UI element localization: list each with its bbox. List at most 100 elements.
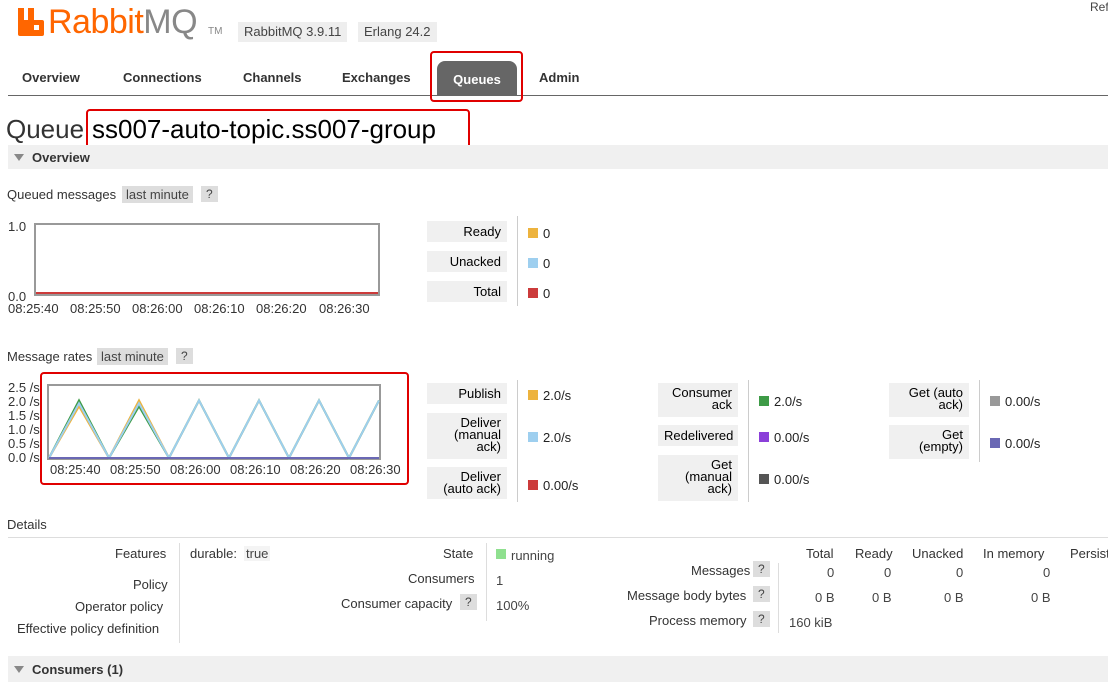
- collapse-triangle-icon: [14, 154, 24, 161]
- process-memory-value: 160 kiB: [789, 615, 833, 630]
- deliver-auto-label-2: (auto ack): [443, 481, 501, 496]
- mr-y-tick: 2.5 /s: [8, 380, 40, 395]
- redelivered-label: Redelivered: [664, 428, 734, 443]
- deliver-manual-swatch: [528, 432, 538, 442]
- queued-messages-label: Queued messages: [7, 187, 117, 202]
- queued-messages-range[interactable]: last minute: [122, 186, 193, 203]
- messages-in-memory: 0: [1043, 565, 1051, 580]
- publish-value: 2.0/s: [543, 388, 572, 403]
- messages-unacked: 0: [956, 565, 964, 580]
- stat-divider: [748, 380, 749, 502]
- get-manual-label-3: ack): [707, 481, 732, 496]
- redelivered-swatch: [759, 432, 769, 442]
- consumers-label: Consumers: [408, 571, 475, 586]
- unacked-value: 0: [543, 256, 551, 271]
- tab-admin[interactable]: Admin: [539, 70, 579, 90]
- unacked-swatch: [528, 258, 538, 268]
- get-empty-stat-button[interactable]: Get (empty): [889, 425, 969, 459]
- logo-trademark: TM: [208, 26, 223, 37]
- page-title-prefix: Queue: [6, 114, 85, 144]
- message-rates-label: Message rates: [7, 349, 93, 364]
- durable-key: durable:: [190, 546, 237, 561]
- consumer-ack-label-2: ack: [711, 397, 732, 412]
- mr-y-tick: 0.0 /s: [8, 450, 40, 465]
- consumer-ack-swatch: [759, 396, 769, 406]
- qm-x-tick: 08:26:10: [194, 301, 245, 316]
- message-rates-range[interactable]: last minute: [97, 348, 168, 365]
- overview-section-header[interactable]: Overview: [8, 145, 1108, 169]
- operator-policy-label: Operator policy: [75, 599, 164, 614]
- col-header-persistent: Persist: [1070, 546, 1108, 561]
- durable-value: true: [244, 546, 271, 561]
- qm-x-tick: 08:26:00: [132, 301, 183, 316]
- get-empty-value: 0.00/s: [1005, 436, 1041, 451]
- bytes-ready: 0 B: [872, 590, 892, 605]
- get-auto-swatch: [990, 396, 1000, 406]
- policy-label: Policy: [133, 577, 168, 592]
- consumer-capacity-label: Consumer capacity: [341, 596, 453, 611]
- get-empty-swatch: [990, 438, 1000, 448]
- details-col-divider: [486, 543, 487, 621]
- col-header-ready: Ready: [855, 546, 893, 561]
- bytes-in-memory: 0 B: [1031, 590, 1051, 605]
- running-state-icon: [496, 549, 506, 559]
- features-label: Features: [115, 546, 167, 561]
- deliver-manual-value: 2.0/s: [543, 430, 572, 445]
- col-header-in-memory: In memory: [983, 546, 1045, 561]
- get-auto-ack-stat-button[interactable]: Get (auto ack): [889, 383, 969, 417]
- rabbitmq-version-badge: RabbitMQ 3.9.11: [238, 22, 348, 42]
- unacked-stat-button[interactable]: Unacked: [427, 251, 507, 272]
- total-value: 0: [543, 286, 551, 301]
- messages-help-icon[interactable]: ?: [753, 561, 770, 577]
- total-swatch: [528, 288, 538, 298]
- mr-y-tick: 0.5 /s: [8, 436, 40, 451]
- process-memory-help-icon[interactable]: ?: [753, 611, 770, 627]
- get-manual-value: 0.00/s: [774, 472, 810, 487]
- process-memory-row-label: Process memory: [649, 613, 747, 628]
- tab-exchanges[interactable]: Exchanges: [342, 70, 411, 90]
- logo-rabbit: Rabbit: [48, 3, 144, 41]
- logo-text: RabbitMQ: [48, 3, 198, 42]
- consumer-ack-stat-button[interactable]: Consumer ack: [658, 383, 738, 417]
- refresh-select[interactable]: Ref: [1090, 0, 1108, 14]
- stat-divider: [517, 380, 518, 502]
- details-col-divider: [179, 543, 180, 643]
- ready-stat-button[interactable]: Ready: [427, 221, 507, 242]
- deliver-auto-value: 0.00/s: [543, 478, 579, 493]
- messages-total: 0: [827, 565, 835, 580]
- tab-connections[interactable]: Connections: [123, 70, 202, 90]
- consumer-capacity-help-icon[interactable]: ?: [460, 594, 477, 610]
- qm-total-line: [36, 292, 378, 294]
- highlight-message-rates-chart: [40, 372, 409, 485]
- nav-divider: [8, 95, 1108, 96]
- deliver-auto-ack-stat-button[interactable]: Deliver (auto ack): [427, 467, 507, 499]
- deliver-manual-ack-stat-button[interactable]: Deliver (manual ack): [427, 413, 507, 459]
- publish-stat-button[interactable]: Publish: [427, 383, 507, 404]
- tab-channels[interactable]: Channels: [243, 70, 302, 90]
- rabbitmq-logo-icon: [18, 8, 46, 36]
- get-manual-ack-stat-button[interactable]: Get (manual ack): [658, 455, 738, 501]
- message-rates-help-icon[interactable]: ?: [176, 348, 193, 364]
- publish-label: Publish: [458, 386, 501, 401]
- consumers-section-title: Consumers (1): [32, 662, 124, 677]
- total-stat-button[interactable]: Total: [427, 281, 507, 302]
- messages-ready: 0: [884, 565, 892, 580]
- deliver-auto-swatch: [528, 480, 538, 490]
- queued-messages-help-icon[interactable]: ?: [201, 186, 218, 202]
- get-auto-label-2: ack): [938, 397, 963, 412]
- qm-x-tick: 08:26:30: [319, 301, 370, 316]
- get-empty-label-2: (empty): [918, 439, 963, 454]
- consumer-ack-value: 2.0/s: [774, 394, 803, 409]
- details-divider: [8, 537, 1108, 538]
- col-header-total: Total: [806, 546, 834, 561]
- deliver-manual-label-3: ack): [476, 439, 501, 454]
- body-bytes-help-icon[interactable]: ?: [753, 586, 770, 602]
- consumers-section-header[interactable]: Consumers (1): [8, 656, 1108, 682]
- queued-messages-chart: [34, 223, 380, 296]
- tab-overview[interactable]: Overview: [22, 70, 80, 90]
- stat-divider: [517, 216, 518, 306]
- redelivered-stat-button[interactable]: Redelivered: [658, 425, 738, 446]
- qm-y-tick: 1.0: [8, 219, 27, 234]
- publish-swatch: [528, 390, 538, 400]
- mr-y-tick: 1.5 /s: [8, 408, 40, 423]
